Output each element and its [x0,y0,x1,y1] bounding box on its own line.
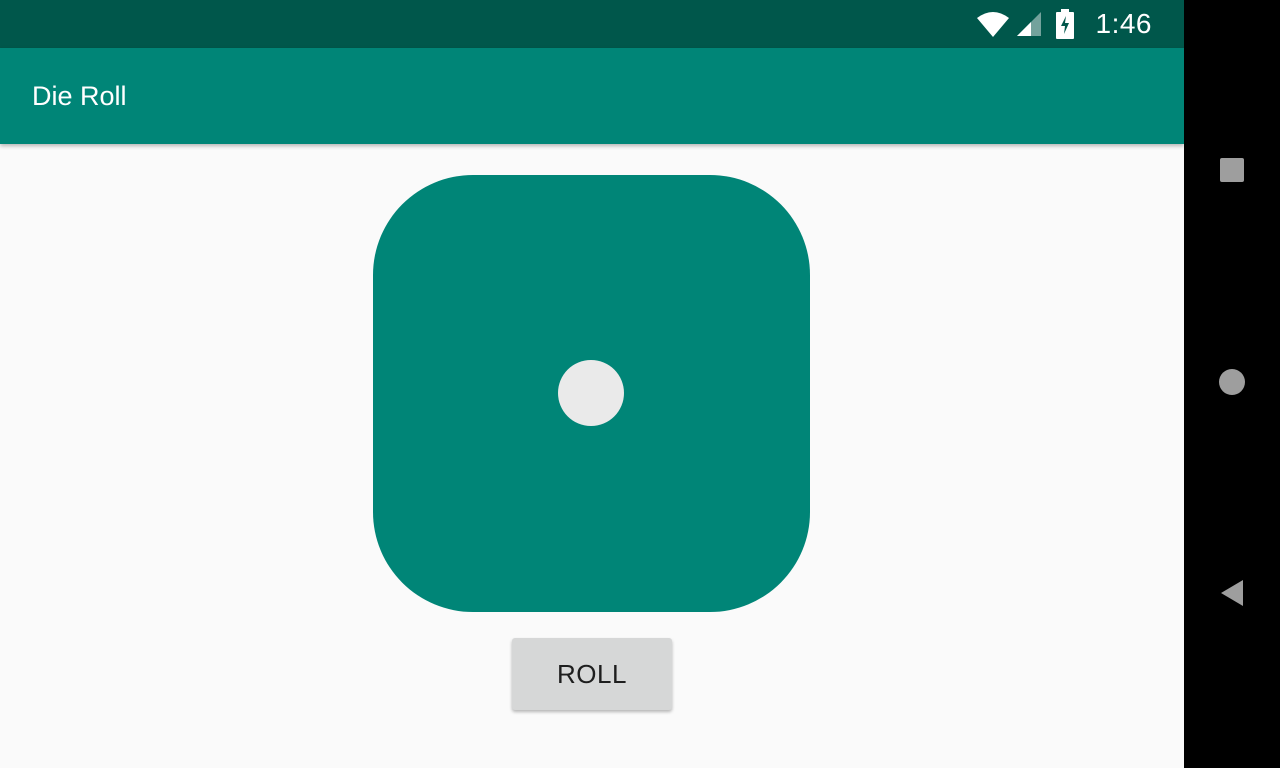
die-image [373,175,810,612]
die-pip [558,360,624,426]
recents-icon [1219,157,1245,188]
status-icons: 1:46 [976,0,1153,48]
navigation-bar [1184,0,1280,768]
main-content: ROLL [0,144,1184,768]
wifi-icon [976,10,1010,38]
home-button[interactable] [1184,336,1280,432]
roll-button[interactable]: ROLL [512,638,672,710]
back-button[interactable] [1184,547,1280,643]
app-title: Die Roll [32,81,127,111]
battery-charging-icon [1055,9,1074,39]
status-bar: 1:46 [0,0,1184,48]
status-clock: 1:46 [1095,8,1152,39]
recents-button[interactable] [1184,124,1280,220]
cell-signal-icon [1016,11,1042,37]
home-icon [1218,368,1246,401]
back-icon [1219,579,1245,612]
app-bar: Die Roll [0,48,1184,144]
